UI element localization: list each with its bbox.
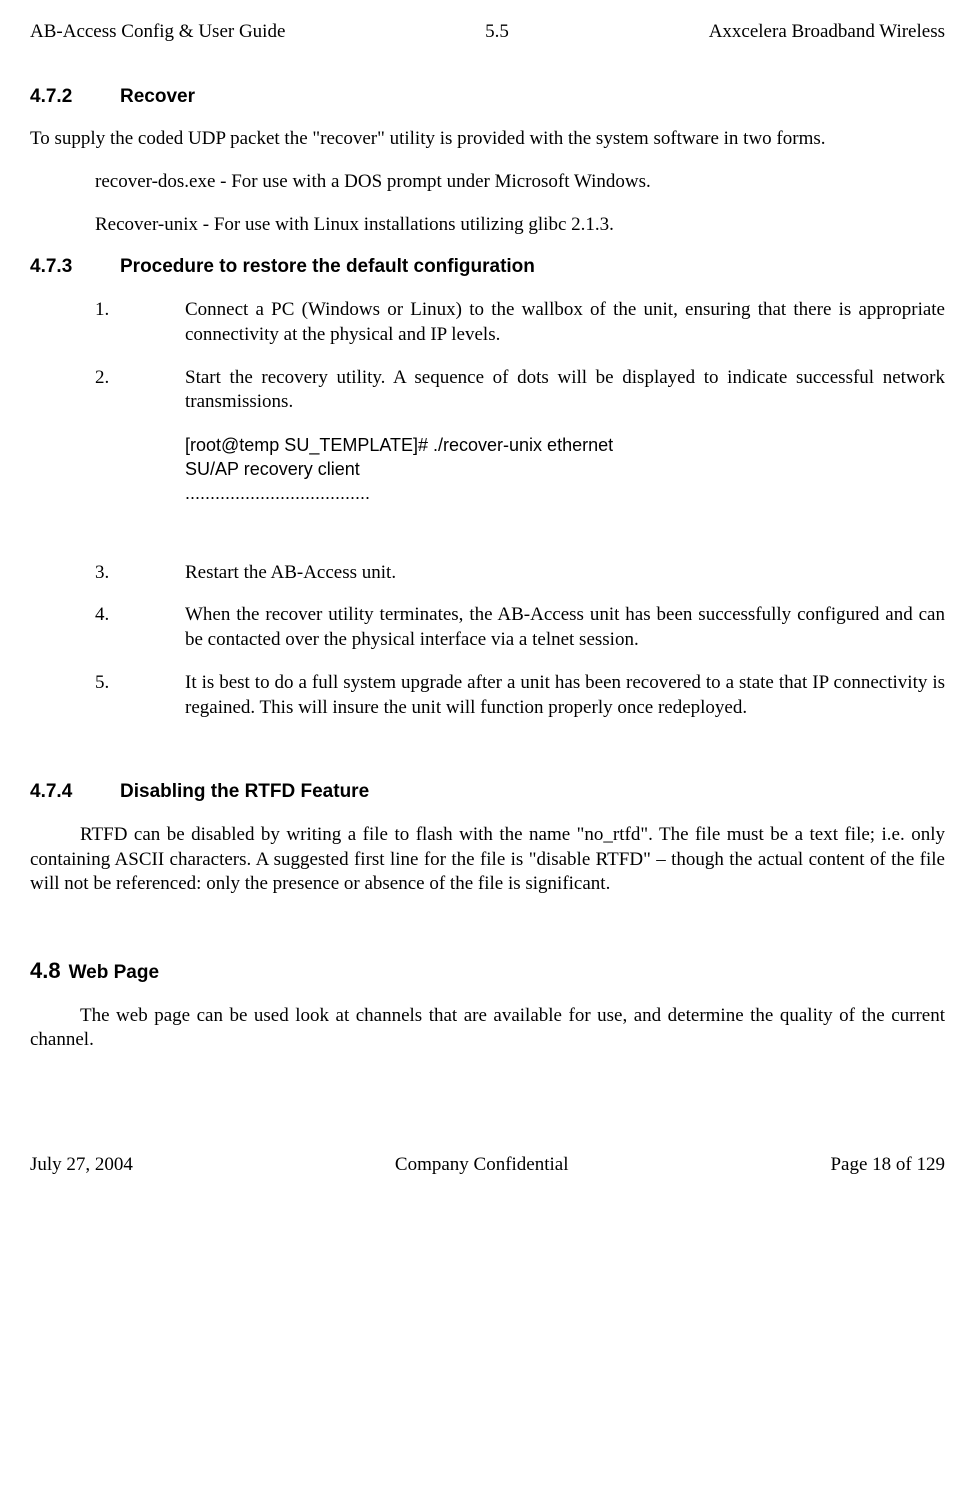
heading-48-title: Web Page (69, 962, 159, 983)
para-474: RTFD can be disabled by writing a file t… (30, 823, 945, 897)
footer-confidential: Company Confidential (395, 1153, 569, 1178)
page-footer: July 27, 2004 Company Confidential Page … (30, 1153, 945, 1178)
footer-page-number: Page 18 of 129 (830, 1153, 945, 1178)
terminal-line-1: [root@temp SU_TEMPLATE]# ./recover-unix … (185, 433, 945, 457)
heading-473-title: Procedure to restore the default configu… (120, 256, 535, 277)
heading-472-number: 4.7.2 (30, 85, 120, 110)
heading-472-title: Recover (120, 86, 195, 107)
step-2: 2. Start the recovery utility. A sequenc… (95, 366, 945, 415)
step-5: 5. It is best to do a full system upgrad… (95, 671, 945, 720)
para-48: The web page can be used look at channel… (30, 1004, 945, 1053)
heading-48-number: 4.8 (30, 957, 61, 986)
step-1-text: Connect a PC (Windows or Linux) to the w… (185, 298, 945, 347)
terminal-line-3: ..................................... (185, 481, 945, 505)
step-4-text: When the recover utility terminates, the… (185, 603, 945, 652)
step-2-text: Start the recovery utility. A sequence o… (185, 366, 945, 415)
step-1-number: 1. (95, 298, 185, 347)
terminal-line-2: SU/AP recovery client (185, 457, 945, 481)
heading-473: 4.7.3Procedure to restore the default co… (30, 255, 945, 280)
header-company: Axxcelera Broadband Wireless (709, 20, 945, 45)
step-3: 3. Restart the AB-Access unit. (95, 561, 945, 586)
heading-473-number: 4.7.3 (30, 255, 120, 280)
heading-474-number: 4.7.4 (30, 780, 120, 805)
heading-474: 4.7.4Disabling the RTFD Feature (30, 780, 945, 805)
item-recover-dos: recover-dos.exe - For use with a DOS pro… (95, 170, 945, 195)
para-472-intro: To supply the coded UDP packet the "reco… (30, 127, 945, 152)
footer-date: July 27, 2004 (30, 1153, 133, 1178)
heading-474-title: Disabling the RTFD Feature (120, 781, 369, 802)
page-header: AB-Access Config & User Guide 5.5 Axxcel… (30, 20, 945, 45)
heading-48: 4.8 Web Page (30, 957, 945, 986)
terminal-output: [root@temp SU_TEMPLATE]# ./recover-unix … (185, 433, 945, 506)
step-5-text: It is best to do a full system upgrade a… (185, 671, 945, 720)
step-4-number: 4. (95, 603, 185, 652)
step-1: 1. Connect a PC (Windows or Linux) to th… (95, 298, 945, 347)
header-doc-title: AB-Access Config & User Guide (30, 20, 285, 45)
heading-472: 4.7.2Recover (30, 85, 945, 110)
header-version: 5.5 (485, 20, 509, 45)
step-3-text: Restart the AB-Access unit. (185, 561, 945, 586)
step-3-number: 3. (95, 561, 185, 586)
item-recover-unix: Recover-unix - For use with Linux instal… (95, 213, 945, 238)
step-4: 4. When the recover utility terminates, … (95, 603, 945, 652)
step-2-number: 2. (95, 366, 185, 415)
step-5-number: 5. (95, 671, 185, 720)
